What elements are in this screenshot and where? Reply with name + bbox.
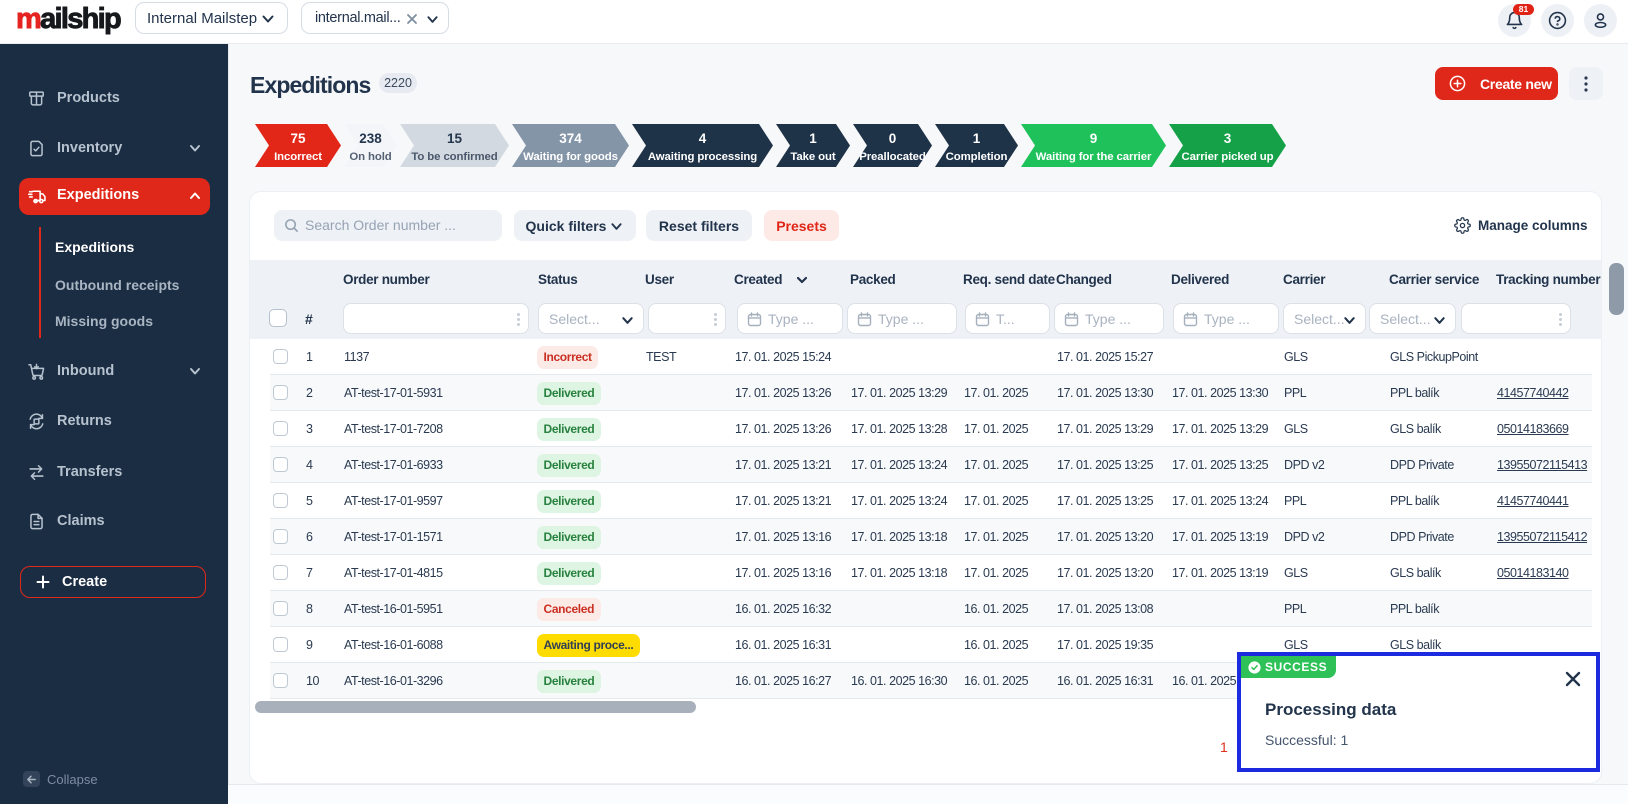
svg-text:Awaiting processing: Awaiting processing: [648, 151, 757, 163]
svg-text:Carrier picked up: Carrier picked up: [1182, 151, 1274, 163]
svg-text:Waiting for goods: Waiting for goods: [523, 151, 618, 163]
svg-text:75: 75: [290, 131, 306, 146]
svg-text:Preallocated: Preallocated: [859, 151, 926, 163]
svg-text:238: 238: [359, 131, 382, 146]
svg-text:4: 4: [699, 131, 707, 146]
svg-text:1: 1: [809, 131, 817, 146]
svg-text:On hold: On hold: [349, 151, 391, 163]
svg-text:Incorrect: Incorrect: [274, 151, 322, 163]
svg-text:15: 15: [447, 131, 463, 146]
svg-text:0: 0: [889, 131, 897, 146]
svg-text:To be confirmed: To be confirmed: [411, 151, 497, 163]
svg-text:Take out: Take out: [790, 151, 835, 163]
svg-text:Completion: Completion: [946, 151, 1008, 163]
svg-text:374: 374: [559, 131, 582, 146]
svg-text:Waiting for the carrier: Waiting for the carrier: [1036, 151, 1152, 163]
svg-text:1: 1: [973, 131, 981, 146]
svg-text:9: 9: [1090, 131, 1098, 146]
svg-text:3: 3: [1224, 131, 1232, 146]
